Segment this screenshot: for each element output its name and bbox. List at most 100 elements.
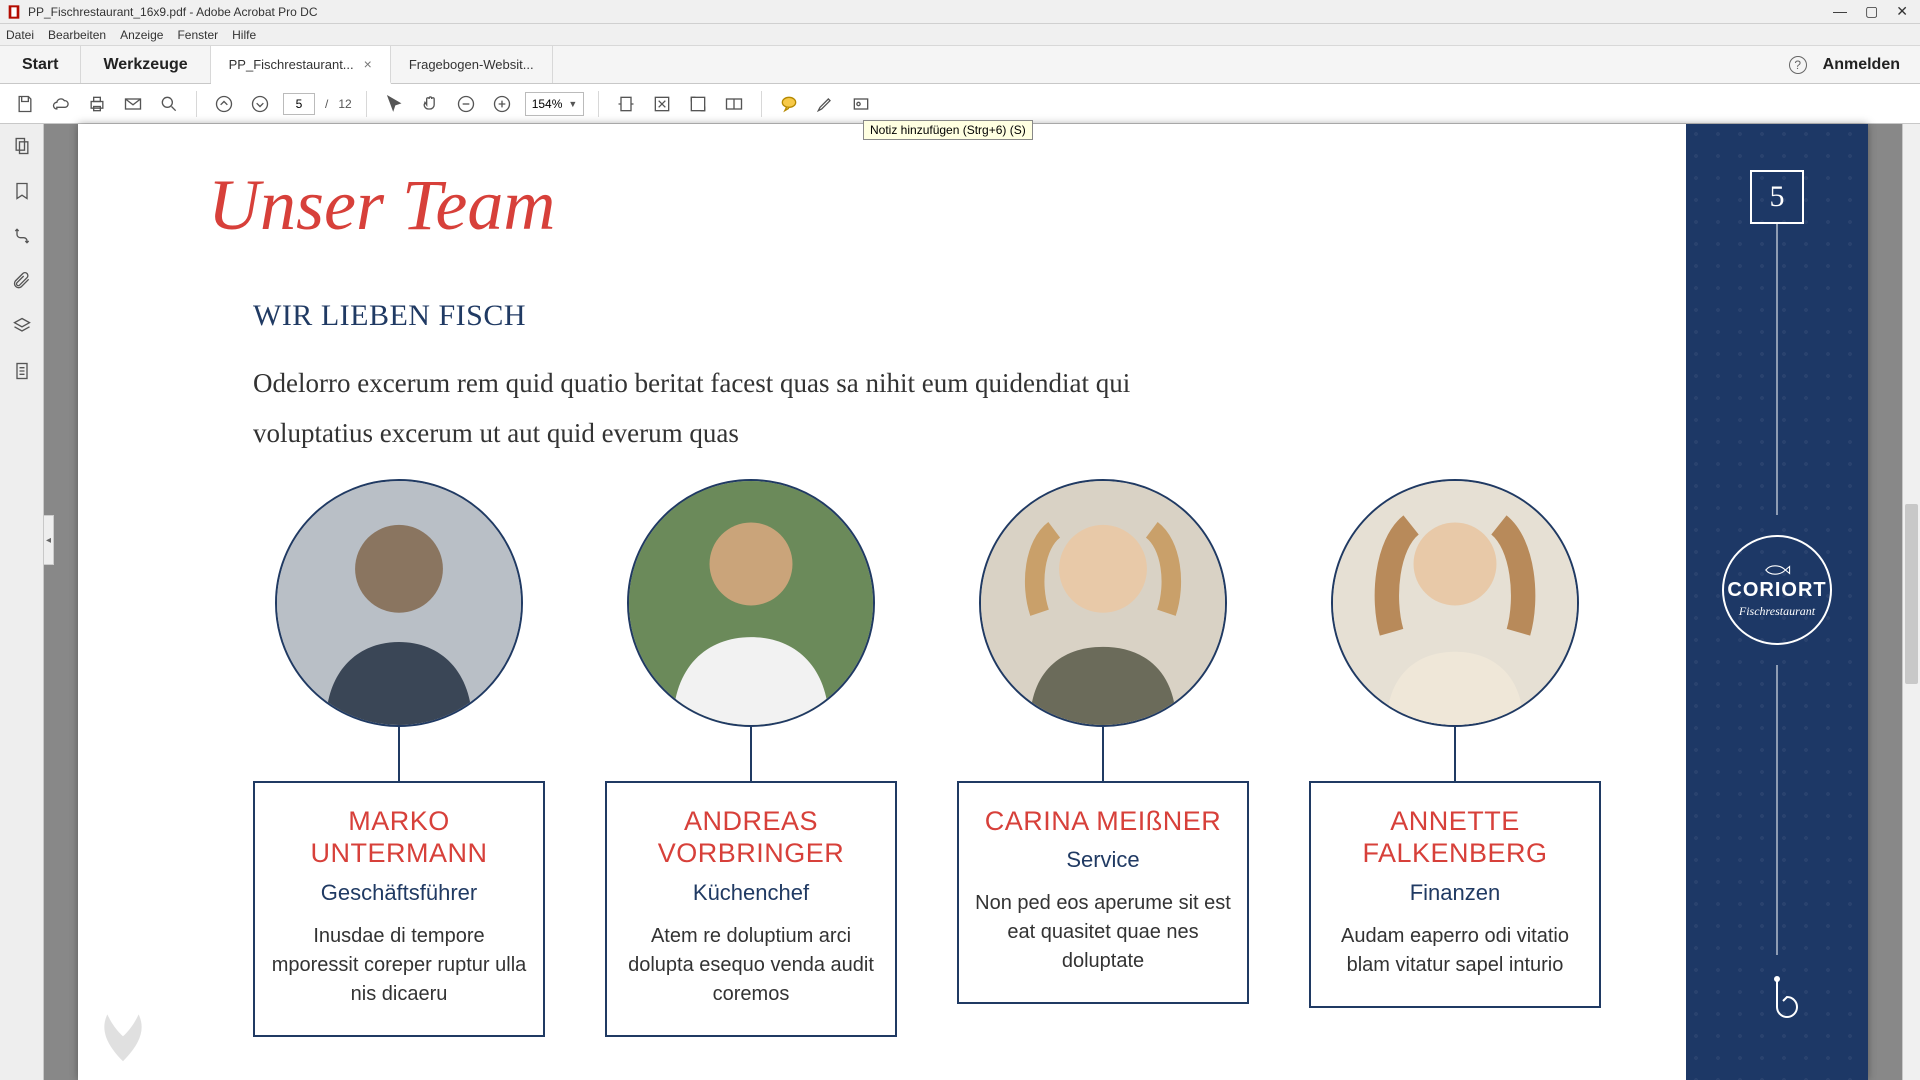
connector-line xyxy=(398,727,400,781)
bookmarks-icon[interactable] xyxy=(12,181,32,206)
menubar: Datei Bearbeiten Anzeige Fenster Hilfe xyxy=(0,24,1920,46)
team-member-1: MARKO UNTERMANN Geschäftsführer Inusdae … xyxy=(253,479,545,1037)
doc-tab-2-label: Fragebogen-Websit... xyxy=(409,57,534,72)
chevron-down-icon: ▼ xyxy=(568,99,577,109)
tab-werkzeuge[interactable]: Werkzeuge xyxy=(81,46,210,83)
thumbnails-icon[interactable] xyxy=(12,136,32,161)
hand-icon[interactable] xyxy=(417,91,443,117)
side-brand-column: 5 CORIORT Fischrestaurant xyxy=(1686,124,1868,1080)
page-subheading: WIR LIEBEN FISCH xyxy=(253,299,526,333)
pdf-page: Unser Team WIR LIEBEN FISCH Odelorro exc… xyxy=(78,124,1868,1080)
maximize-button[interactable]: ▢ xyxy=(1865,3,1878,20)
watermark-icon xyxy=(84,991,162,1074)
team-member-2: ANDREAS VORBRINGER Küchenchef Atem re do… xyxy=(605,479,897,1037)
page-down-icon[interactable] xyxy=(247,91,273,117)
attachments-icon[interactable] xyxy=(12,271,32,296)
fit-width-icon[interactable] xyxy=(613,91,639,117)
page-number-input[interactable] xyxy=(283,93,315,115)
print-icon[interactable] xyxy=(84,91,110,117)
brand-sub: Fischrestaurant xyxy=(1739,604,1815,619)
team-photo-2 xyxy=(627,479,875,727)
member-blurb-3: Non ped eos aperume sit est eat quasitet… xyxy=(973,889,1233,976)
doc-tab-1[interactable]: PP_Fischrestaurant... × xyxy=(211,46,391,84)
document-canvas[interactable]: Unser Team WIR LIEBEN FISCH Odelorro exc… xyxy=(44,124,1902,1080)
member-role-2: Küchenchef xyxy=(621,880,881,906)
left-nav xyxy=(0,124,44,1080)
menu-datei[interactable]: Datei xyxy=(6,28,34,42)
collapse-handle[interactable]: ◂ xyxy=(44,515,54,565)
team-row: MARKO UNTERMANN Geschäftsführer Inusdae … xyxy=(253,479,1601,1037)
menu-bearbeiten[interactable]: Bearbeiten xyxy=(48,28,106,42)
team-member-3: CARINA MEIßNER Service Non ped eos aperu… xyxy=(957,479,1249,1037)
member-blurb-2: Atem re doluptium arci dolupta esequo ve… xyxy=(621,922,881,1009)
page-title: Unser Team xyxy=(208,164,555,247)
zoom-in-icon[interactable] xyxy=(489,91,515,117)
menu-hilfe[interactable]: Hilfe xyxy=(232,28,256,42)
member-role-3: Service xyxy=(973,847,1233,873)
doc-tab-1-close-icon[interactable]: × xyxy=(364,56,372,72)
team-photo-4 xyxy=(1331,479,1579,727)
save-icon[interactable] xyxy=(12,91,38,117)
fullscreen-icon[interactable] xyxy=(685,91,711,117)
team-card-1: MARKO UNTERMANN Geschäftsführer Inusdae … xyxy=(253,781,545,1037)
titlebar: PP_Fischrestaurant_16x9.pdf - Adobe Acro… xyxy=(0,0,1920,24)
pointer-icon[interactable] xyxy=(381,91,407,117)
layers-icon[interactable] xyxy=(12,316,32,341)
zoom-out-icon[interactable] xyxy=(453,91,479,117)
flow-icon[interactable] xyxy=(12,226,32,251)
member-role-4: Finanzen xyxy=(1325,880,1585,906)
page-total: 12 xyxy=(338,97,351,111)
main-area: ◂ Unser Team WIR LIEBEN FISCH Odelorro e… xyxy=(0,124,1920,1080)
close-button[interactable]: ✕ xyxy=(1896,3,1908,20)
team-card-4: ANNETTE FALKENBERG Finanzen Audam eaperr… xyxy=(1309,781,1601,1008)
search-icon[interactable] xyxy=(156,91,182,117)
acrobat-icon xyxy=(6,4,22,20)
connector-line xyxy=(1454,727,1456,781)
cloud-icon[interactable] xyxy=(48,91,74,117)
toolbar: / 12 154% ▼ Notiz hinzufügen (Strg+6) (S… xyxy=(0,84,1920,124)
tabrow: Start Werkzeuge PP_Fischrestaurant... × … xyxy=(0,46,1920,84)
vertical-scrollbar[interactable] xyxy=(1902,124,1920,1080)
page-icon[interactable] xyxy=(12,361,32,386)
menu-fenster[interactable]: Fenster xyxy=(177,28,218,42)
tab-start[interactable]: Start xyxy=(0,46,81,83)
team-photo-1 xyxy=(275,479,523,727)
team-member-4: ANNETTE FALKENBERG Finanzen Audam eaperr… xyxy=(1309,479,1601,1037)
page-paragraph: Odelorro excerum rem quid quatio beritat… xyxy=(253,359,1153,459)
brand-logo: CORIORT Fischrestaurant xyxy=(1722,535,1832,645)
signin-button[interactable]: Anmelden xyxy=(1823,56,1900,74)
connector-line xyxy=(1102,727,1104,781)
stamp-icon[interactable] xyxy=(848,91,874,117)
member-name-4: ANNETTE FALKENBERG xyxy=(1325,805,1585,870)
page-up-icon[interactable] xyxy=(211,91,237,117)
help-icon[interactable]: ? xyxy=(1789,56,1807,74)
zoom-value: 154% xyxy=(532,97,563,111)
page-sep: / xyxy=(325,97,328,111)
member-blurb-4: Audam eaperro odi vitatio blam vitatur s… xyxy=(1325,922,1585,980)
window-title: PP_Fischrestaurant_16x9.pdf - Adobe Acro… xyxy=(28,5,1833,19)
hook-icon xyxy=(1756,975,1798,1040)
member-name-2: ANDREAS VORBRINGER xyxy=(621,805,881,870)
slide-number: 5 xyxy=(1750,170,1804,224)
scrollbar-thumb[interactable] xyxy=(1905,504,1918,684)
member-name-1: MARKO UNTERMANN xyxy=(269,805,529,870)
member-role-1: Geschäftsführer xyxy=(269,880,529,906)
tooltip: Notiz hinzufügen (Strg+6) (S) xyxy=(863,120,1033,140)
mail-icon[interactable] xyxy=(120,91,146,117)
add-note-icon[interactable] xyxy=(776,91,802,117)
menu-anzeige[interactable]: Anzeige xyxy=(120,28,163,42)
team-card-3: CARINA MEIßNER Service Non ped eos aperu… xyxy=(957,781,1249,1004)
decorative-line xyxy=(1776,224,1778,515)
team-photo-3 xyxy=(979,479,1227,727)
zoom-select[interactable]: 154% ▼ xyxy=(525,92,585,116)
member-blurb-1: Inusdae di tempore mporessit coreper rup… xyxy=(269,922,529,1009)
doc-tab-2[interactable]: Fragebogen-Websit... xyxy=(391,46,553,83)
fit-page-icon[interactable] xyxy=(649,91,675,117)
connector-line xyxy=(750,727,752,781)
doc-tab-1-label: PP_Fischrestaurant... xyxy=(229,57,354,72)
read-mode-icon[interactable] xyxy=(721,91,747,117)
highlight-icon[interactable] xyxy=(812,91,838,117)
team-card-2: ANDREAS VORBRINGER Küchenchef Atem re do… xyxy=(605,781,897,1037)
minimize-button[interactable]: — xyxy=(1833,3,1847,20)
fish-icon xyxy=(1763,561,1791,579)
